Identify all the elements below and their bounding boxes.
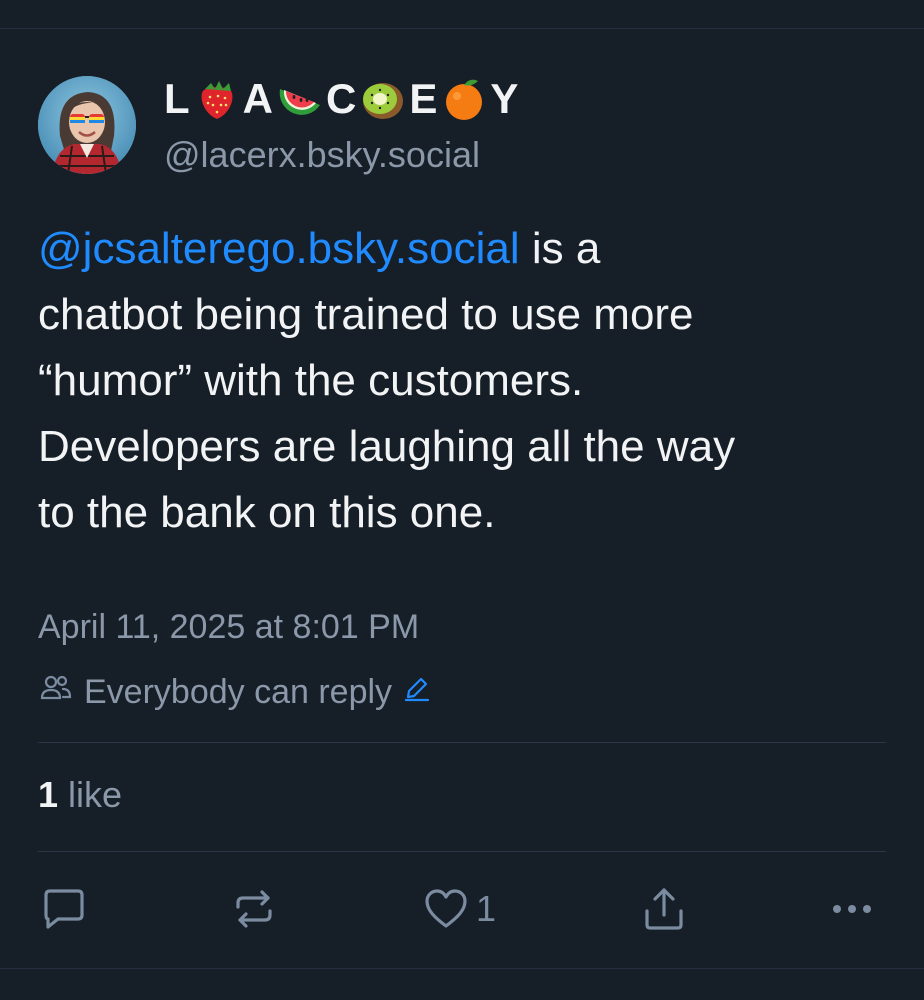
repost-button[interactable] xyxy=(230,884,278,934)
display-name-letter: A xyxy=(242,75,274,122)
avatar[interactable] xyxy=(38,76,136,174)
post-text: @jcsalterego.bsky.social is a chatbot be… xyxy=(38,216,898,546)
orange-emoji-icon xyxy=(440,75,488,123)
avatar-photo-icon xyxy=(38,76,136,174)
display-name-letter: L xyxy=(164,75,191,122)
display-name-letter: E xyxy=(409,75,439,122)
share-icon xyxy=(640,885,688,933)
post-text-segment: is a xyxy=(519,224,601,273)
strawberry-emoji-icon xyxy=(193,75,241,123)
display-name-letter: Y xyxy=(490,75,520,122)
author-handle[interactable]: @lacerx.bsky.social xyxy=(164,134,480,176)
top-divider xyxy=(0,28,924,29)
post-timestamp[interactable]: April 11, 2025 at 8:01 PM xyxy=(38,608,419,647)
post-text-line-3: “humor” with the customers. xyxy=(38,356,584,405)
kiwi-emoji-icon xyxy=(359,75,407,123)
reply-setting-label: Everybody can reply xyxy=(84,673,393,711)
people-icon xyxy=(38,670,74,715)
likes-count: 1 xyxy=(38,774,59,815)
likes-summary[interactable]: 1 like xyxy=(38,774,122,816)
mention-link[interactable]: @jcsalterego.bsky.social xyxy=(38,224,520,273)
post-text-line-5: to the bank on this one. xyxy=(38,488,496,537)
post-text-line-1: @jcsalterego.bsky.social is a xyxy=(38,216,898,282)
like-count: 1 xyxy=(476,888,497,929)
divider xyxy=(38,742,886,743)
more-options-button[interactable] xyxy=(828,884,876,934)
share-button[interactable] xyxy=(640,884,688,934)
post-text-line-2: chatbot being trained to use more xyxy=(38,290,694,339)
repost-icon xyxy=(230,885,278,933)
display-name-letter: C xyxy=(326,75,358,122)
reply-icon xyxy=(40,885,88,933)
watermelon-emoji-icon xyxy=(276,75,324,123)
like-button[interactable]: 1 xyxy=(422,884,496,934)
more-icon xyxy=(828,885,876,933)
reply-button[interactable] xyxy=(40,884,88,934)
post-text-line-4: Developers are laughing all the way xyxy=(38,422,736,471)
reply-setting[interactable]: Everybody can reply xyxy=(38,670,432,715)
pencil-icon[interactable] xyxy=(402,673,432,712)
post-thread-screen: L A C E Y @lacerx.bsky.social @jcsaltere… xyxy=(0,0,924,1000)
display-name[interactable]: L A C E Y xyxy=(164,74,519,124)
divider xyxy=(38,851,886,852)
heart-icon xyxy=(422,885,470,933)
bottom-divider xyxy=(0,968,924,969)
likes-label: like xyxy=(58,774,123,815)
